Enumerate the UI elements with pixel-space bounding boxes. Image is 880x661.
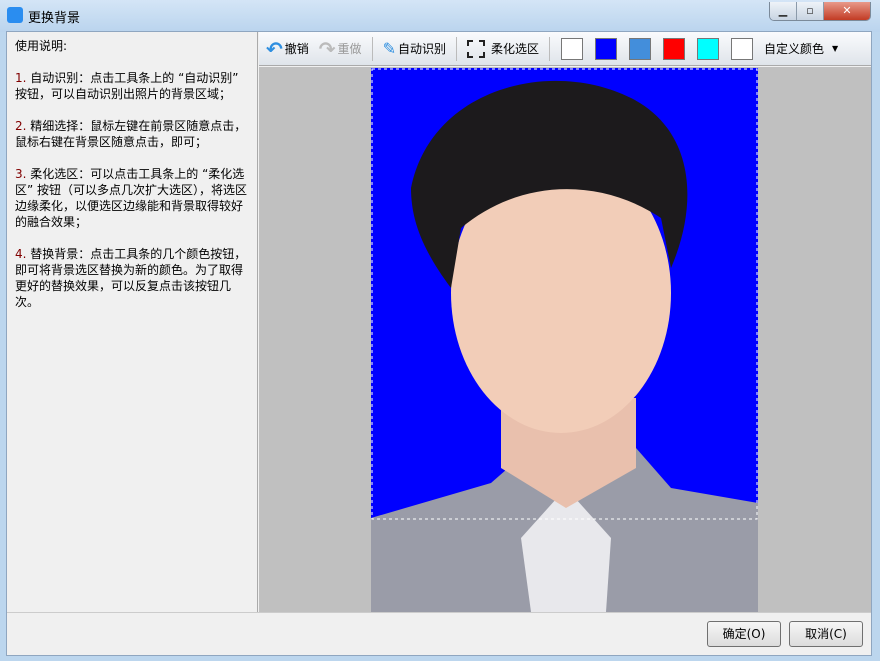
feather-selection-button[interactable]: 柔化选区 [464,38,542,60]
app-icon [7,7,23,23]
image-canvas[interactable] [259,67,871,612]
cancel-button[interactable]: 取消(C) [789,621,863,647]
maximize-button[interactable]: ▫ [797,2,824,20]
toolbar: ↶ 撤销 ↷ 重做 ✎ 自动识别 柔化选区 自定义颜色 ▼ [259,32,871,66]
close-button[interactable]: ✕ [824,2,870,20]
undo-icon: ↶ [266,36,283,61]
selection-icon [466,39,485,58]
color-swatch-light-blue[interactable] [629,37,651,60]
chevron-down-icon: ▼ [832,44,839,53]
dialog-body: 使用说明: 1. 自动识别：点击工具条上的 “自动识别” 按钮，可以自动识别出照… [6,31,872,656]
photo[interactable] [371,68,758,612]
divider [549,36,550,61]
color-swatch-white[interactable] [561,37,583,60]
color-swatch-custom[interactable] [731,37,753,60]
window-title: 更换背景 [28,11,81,26]
help-heading: 使用说明: [15,39,68,53]
dialog-footer: 确定(O) 取消(C) [7,612,871,656]
title-bar: 更换背景 ▁ ▫ ✕ [0,0,880,32]
help-item: 2. 精细选择：鼠标左键在前景区随意点击，鼠标右键在背景区随意点击，即可； [15,119,247,149]
divider [371,36,373,61]
divider [455,36,457,61]
help-panel: 使用说明: 1. 自动识别：点击工具条上的 “自动识别” 按钮，可以自动识别出照… [7,32,258,612]
redo-icon: ↷ [318,36,336,61]
minimize-button[interactable]: ▁ [770,2,797,20]
custom-color-dropdown[interactable]: 自定义颜色 ▼ [761,38,841,59]
color-swatch-blue[interactable] [595,37,617,60]
auto-detect-button[interactable]: ✎ 自动识别 [380,37,449,60]
undo-button[interactable]: ↶ 撤销 [263,35,312,63]
color-swatch-red[interactable] [663,37,685,60]
color-swatch-cyan[interactable] [697,37,719,60]
help-item: 1. 自动识别：点击工具条上的 “自动识别” 按钮，可以自动识别出照片的背景区域… [15,71,239,101]
help-item: 3. 柔化选区：可以点击工具条上的 “柔化选区” 按钮（可以多点几次扩大选区），… [15,167,248,229]
redo-button[interactable]: ↷ 重做 [316,35,365,63]
magic-wand-icon: ✎ [382,39,396,58]
ok-button[interactable]: 确定(O) [707,621,781,647]
help-item: 4. 替换背景：点击工具条的几个颜色按钮，即可将背景选区替换为新的颜色。为了取得… [15,247,247,309]
